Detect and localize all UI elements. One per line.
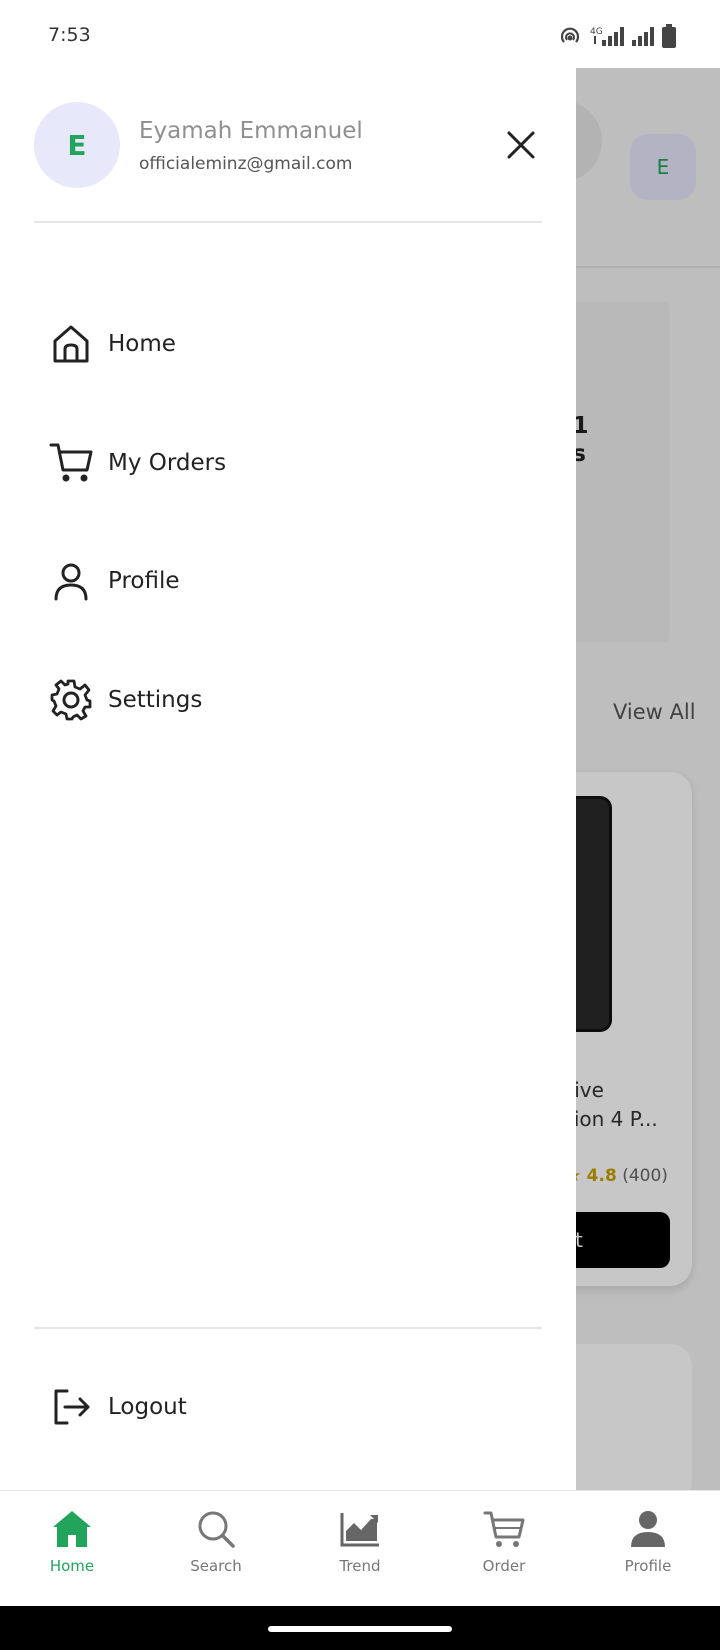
nav-item-profile[interactable]: Profile	[576, 1491, 720, 1606]
nav-item-home[interactable]: Home	[0, 1491, 144, 1606]
trend-chart-icon	[340, 1513, 379, 1547]
nav-label-search: Search	[190, 1557, 242, 1575]
status-bar: 7:53 4G	[0, 0, 720, 68]
menu-label-home: Home	[108, 331, 176, 357]
logout-label: Logout	[108, 1394, 187, 1420]
logout-button[interactable]: Logout	[34, 1367, 542, 1447]
navigation-drawer: E Eyamah Emmanuel officialeminz@gmail.co…	[0, 68, 576, 1490]
signal-4g-icon: 4G	[590, 27, 624, 46]
bottom-navigation: Home Search Trend Order Profile	[0, 1490, 720, 1606]
status-icons: 4G	[558, 24, 676, 48]
person-icon	[631, 1511, 665, 1547]
home-filled-icon	[53, 1511, 91, 1547]
nav-label-order: Order	[482, 1557, 526, 1575]
system-gesture-area	[0, 1606, 720, 1650]
footer-divider	[34, 1327, 542, 1329]
battery-icon	[662, 24, 676, 48]
home-icon	[34, 314, 108, 374]
close-icon	[507, 131, 535, 159]
header-divider	[34, 221, 542, 223]
user-avatar: E	[34, 102, 120, 188]
menu-label-my-orders: My Orders	[108, 450, 227, 476]
nav-item-trend[interactable]: Trend	[288, 1491, 432, 1606]
user-email: officialeminz@gmail.com	[139, 154, 353, 174]
menu-item-settings[interactable]: Settings	[34, 660, 542, 740]
menu-label-profile: Profile	[108, 568, 180, 594]
nav-label-home: Home	[49, 1557, 95, 1575]
search-icon	[198, 1511, 235, 1548]
user-name: Eyamah Emmanuel	[139, 118, 363, 144]
hotspot-icon	[560, 27, 580, 43]
close-drawer-button[interactable]	[500, 124, 542, 166]
nav-label-trend: Trend	[339, 1557, 381, 1575]
nav-item-order[interactable]: Order	[432, 1491, 576, 1606]
menu-item-profile[interactable]: Profile	[34, 541, 542, 621]
cart-icon	[483, 1511, 525, 1547]
logout-icon	[34, 1377, 108, 1437]
nav-label-profile: Profile	[624, 1557, 672, 1575]
signal-icon	[632, 27, 654, 46]
gesture-handle[interactable]	[268, 1626, 452, 1632]
gear-icon	[34, 670, 108, 730]
user-icon	[34, 551, 108, 611]
menu-item-my-orders[interactable]: My Orders	[34, 423, 542, 503]
svg-text:4G: 4G	[590, 27, 603, 37]
menu-item-home[interactable]: Home	[34, 304, 542, 384]
menu-label-settings: Settings	[108, 687, 203, 713]
nav-item-search[interactable]: Search	[144, 1491, 288, 1606]
cart-icon	[34, 433, 108, 493]
status-time: 7:53	[48, 24, 91, 46]
